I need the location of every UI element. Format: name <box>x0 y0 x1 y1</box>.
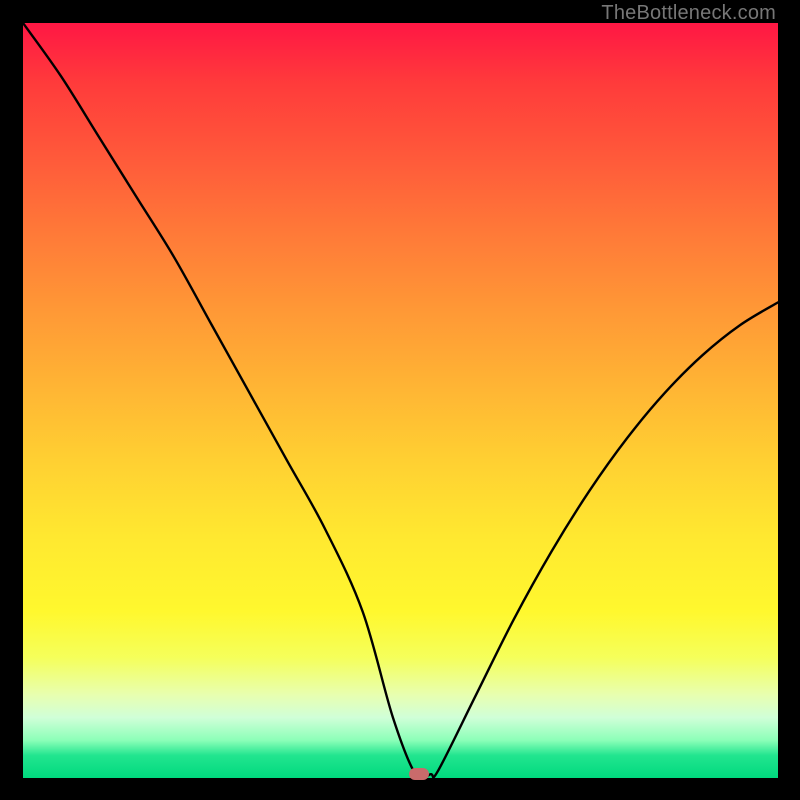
watermark-text: TheBottleneck.com <box>601 2 776 25</box>
bottleneck-curve <box>23 23 778 778</box>
plot-area <box>23 23 778 778</box>
chart-container: TheBottleneck.com <box>0 0 800 800</box>
optimal-marker <box>409 768 429 780</box>
curve-svg <box>23 23 778 778</box>
